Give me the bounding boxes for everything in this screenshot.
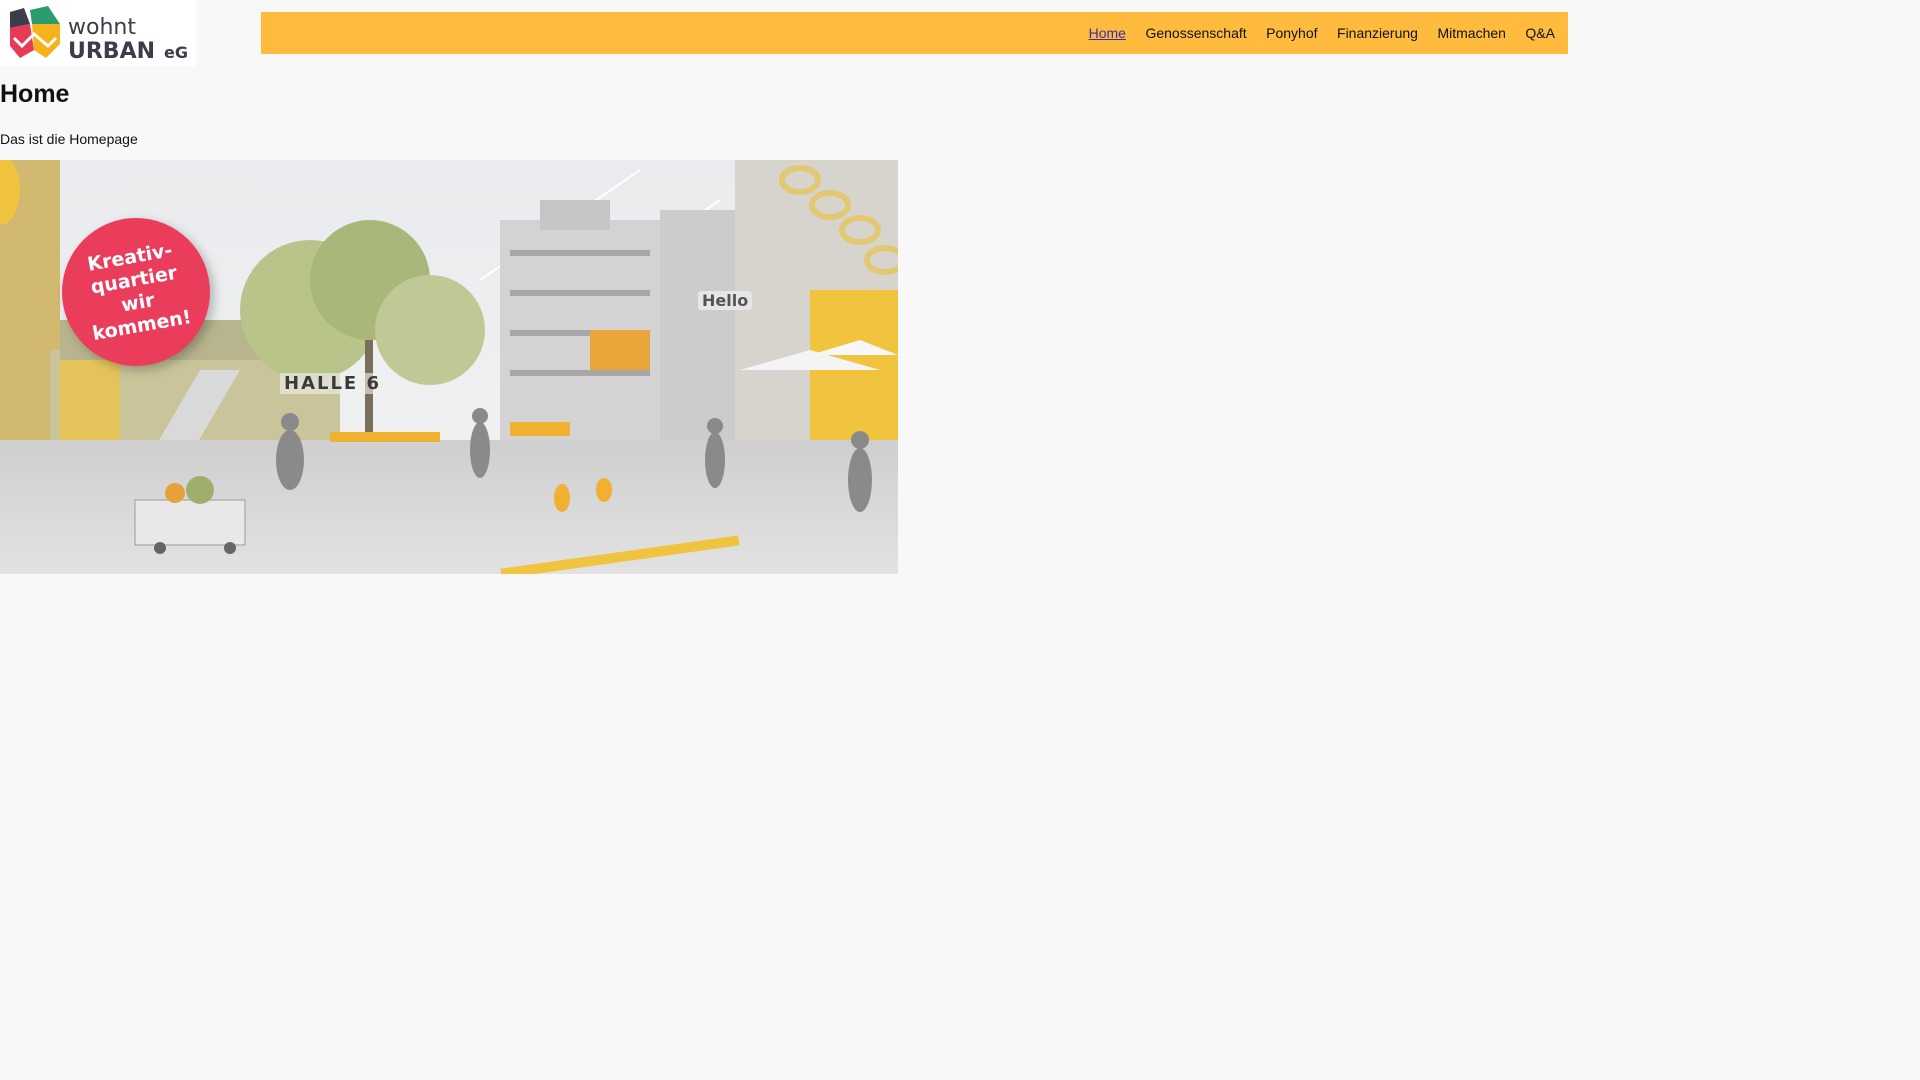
page-intro-text: Das ist die Homepage bbox=[0, 131, 138, 147]
nav-finanzierung[interactable]: Finanzierung bbox=[1337, 25, 1418, 41]
site-logo[interactable]: wohnt URBAN eG bbox=[0, 0, 196, 66]
logo-suffix: eG bbox=[164, 43, 188, 62]
nav-genossenschaft[interactable]: Genossenschaft bbox=[1145, 25, 1246, 41]
main-navigation-bar: Home Genossenschaft Ponyhof Finanzierung… bbox=[261, 12, 1568, 54]
logo-line2: URBAN bbox=[68, 39, 155, 64]
nav-qa[interactable]: Q&A bbox=[1525, 25, 1555, 41]
nav-mitmachen[interactable]: Mitmachen bbox=[1437, 25, 1505, 41]
hello-sign: Hello bbox=[698, 291, 753, 310]
halle-6-sign: HALLE 6 bbox=[280, 373, 386, 394]
hero-image: HALLE 6 Hello Kreativ- quartier wir komm… bbox=[0, 160, 898, 574]
main-navigation: Home Genossenschaft Ponyhof Finanzierung… bbox=[1089, 12, 1555, 54]
nav-home[interactable]: Home bbox=[1089, 25, 1126, 41]
logo-line1: wohnt bbox=[68, 15, 136, 40]
nav-ponyhof[interactable]: Ponyhof bbox=[1266, 25, 1317, 41]
kreativquartier-badge: Kreativ- quartier wir kommen! bbox=[62, 218, 210, 366]
page-title: Home bbox=[0, 80, 70, 108]
badge-text: Kreativ- quartier wir kommen! bbox=[69, 236, 203, 347]
